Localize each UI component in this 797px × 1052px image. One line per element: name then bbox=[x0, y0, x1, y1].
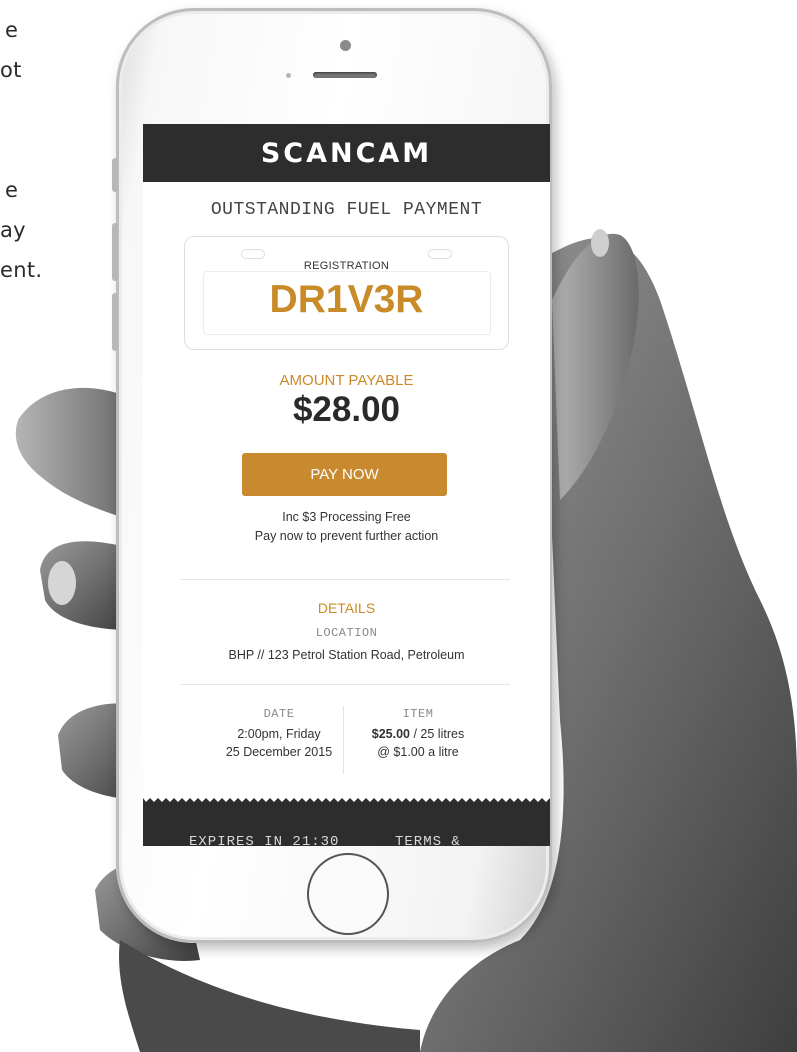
divider bbox=[180, 684, 510, 685]
footer-bar: EXPIRES IN 21:30 TERMS & bbox=[143, 796, 550, 846]
details-heading: DETAILS bbox=[317, 600, 376, 616]
phone-screen: SCANCAM OUTSTANDING FUEL PAYMENT REGISTR… bbox=[143, 124, 550, 846]
pay-now-label: PAY NOW bbox=[310, 466, 379, 483]
date-column: DATE 2:00pm, Friday 25 December 2015 bbox=[199, 707, 359, 761]
plate-slot-icon bbox=[241, 249, 265, 259]
item-amount: $25.00 bbox=[371, 727, 411, 741]
item-column: ITEM $25.00 / 25 litres @ $1.00 a litre bbox=[338, 707, 498, 761]
top-bar: SCANCAM bbox=[143, 124, 550, 182]
page-title: OUTSTANDING FUEL PAYMENT bbox=[210, 200, 483, 220]
divider bbox=[180, 579, 510, 580]
home-button[interactable] bbox=[307, 853, 389, 935]
location-label: LOCATION bbox=[315, 626, 378, 640]
earpiece-speaker bbox=[313, 72, 377, 78]
amount-label: AMOUNT PAYABLE bbox=[279, 372, 414, 389]
registration-value: DR1V3R bbox=[269, 278, 424, 321]
location-value: BHP // 123 Petrol Station Road, Petroleu… bbox=[228, 648, 465, 662]
expires-countdown: EXPIRES IN 21:30 bbox=[189, 834, 340, 846]
action-note: Pay now to prevent further action bbox=[254, 529, 439, 543]
front-camera-icon bbox=[340, 40, 351, 51]
ticket-edge bbox=[143, 796, 550, 802]
date-day: 25 December 2015 bbox=[225, 745, 333, 759]
registration-label: REGISTRATION bbox=[303, 260, 390, 272]
proximity-sensor bbox=[286, 73, 291, 78]
brand-logo: SCANCAM bbox=[260, 137, 433, 169]
item-quantity: / 25 litres bbox=[410, 727, 465, 741]
volume-down-button bbox=[112, 293, 118, 351]
terms-link[interactable]: TERMS & bbox=[395, 834, 461, 846]
item-rate: @ $1.00 a litre bbox=[377, 745, 459, 759]
date-label: DATE bbox=[263, 707, 295, 721]
mute-switch bbox=[112, 158, 118, 192]
volume-up-button bbox=[112, 223, 118, 281]
amount-value: $28.00 bbox=[292, 390, 401, 429]
processing-fee-note: Inc $3 Processing Free bbox=[282, 510, 411, 524]
pay-now-button[interactable]: PAY NOW bbox=[242, 453, 447, 496]
item-label: ITEM bbox=[402, 707, 434, 721]
plate-slot-icon bbox=[428, 249, 452, 259]
date-time: 2:00pm, Friday bbox=[237, 727, 321, 741]
